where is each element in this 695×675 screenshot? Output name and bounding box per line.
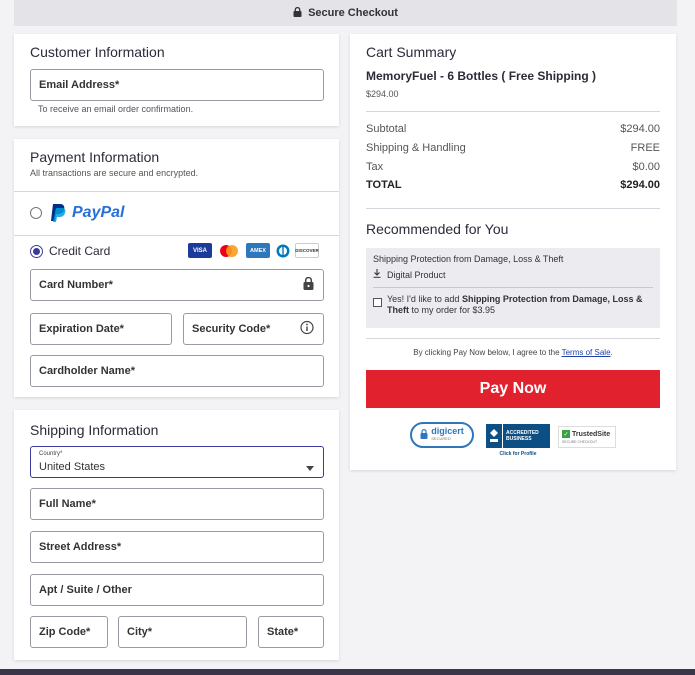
diners-icon (275, 243, 290, 258)
cart-summary-title: Cart Summary (366, 44, 457, 60)
pay-now-button[interactable]: Pay Now (366, 370, 660, 408)
expiration-date-field[interactable]: Expiration Date* (30, 313, 172, 345)
country-select[interactable]: Country* United States (30, 446, 324, 478)
state-field[interactable]: State* (258, 616, 324, 648)
full-name-label: Full Name* (39, 498, 96, 510)
paypal-logo-icon (50, 203, 68, 223)
summary-row-tax: Tax $0.00 (366, 161, 660, 173)
divider (14, 191, 339, 192)
street-address-label: Street Address* (39, 541, 122, 553)
recommended-product-box: Shipping Protection from Damage, Loss & … (366, 248, 660, 328)
checkmark-icon: ✓ (562, 430, 570, 438)
bbb-logo-icon (486, 424, 502, 448)
divider (366, 111, 660, 112)
shipping-protection-checkbox[interactable] (373, 298, 382, 307)
shipping-protection-text: Yes! I'd like to add Shipping Protection… (387, 294, 643, 315)
summary-label: TOTAL (366, 179, 402, 191)
summary-value: $294.00 (620, 179, 660, 191)
payment-subtitle: All transactions are secure and encrypte… (30, 168, 199, 178)
digicert-sub: SECURED (431, 436, 451, 441)
trustedsite-badge[interactable]: ✓ TrustedSite SECURE CHECKOUT (558, 426, 616, 448)
rec-product-title: Shipping Protection from Damage, Loss & … (373, 254, 564, 264)
security-code-field[interactable]: Security Code* (183, 313, 324, 345)
customer-information-card: Customer Information Email Address* To r… (14, 34, 339, 126)
product-price: $294.00 (366, 89, 399, 99)
summary-label: Subtotal (366, 123, 407, 135)
divider (366, 208, 660, 209)
summary-row-shipping: Shipping & Handling FREE (366, 142, 660, 154)
discover-icon: DISCOVER (295, 243, 319, 258)
expiration-date-label: Expiration Date* (39, 323, 124, 335)
shipping-protection-option[interactable]: Yes! I'd like to add Shipping Protection… (373, 294, 653, 316)
payment-information-card: Payment Information All transactions are… (14, 139, 339, 397)
summary-value: $294.00 (620, 123, 660, 135)
shipping-information-card: Shipping Information Country* United Sta… (14, 410, 339, 660)
card-logos: VISA AMEX DISCOVER (188, 243, 319, 258)
cart-summary-card: Cart Summary MemoryFuel - 6 Bottles ( Fr… (350, 34, 676, 470)
customer-information-title: Customer Information (30, 44, 165, 60)
payment-information-title: Payment Information (30, 149, 160, 165)
secure-checkout-label: Secure Checkout (308, 7, 398, 19)
download-icon (373, 269, 381, 280)
zip-code-label: Zip Code* (39, 626, 91, 638)
email-field[interactable]: Email Address* (30, 69, 324, 101)
terms-text: By clicking Pay Now below, I agree to th… (413, 348, 613, 357)
recommended-title: Recommended for You (366, 221, 509, 237)
digicert-label: digicert (431, 426, 464, 436)
email-label: Email Address* (39, 79, 120, 91)
secure-checkout-bar: Secure Checkout (14, 0, 677, 26)
shipping-information-title: Shipping Information (30, 422, 159, 438)
summary-label: Shipping & Handling (366, 142, 466, 154)
mastercard-icon (217, 243, 241, 258)
card-number-label: Card Number* (39, 279, 113, 291)
summary-value: FREE (630, 142, 660, 154)
divider (366, 338, 660, 339)
bbb-line2: BUSINESS (506, 436, 532, 442)
terms-of-sale-link[interactable]: Terms of Sale (562, 348, 611, 357)
trustedsite-sub: SECURE CHECKOUT (562, 440, 598, 444)
country-value: United States (39, 461, 106, 473)
country-label: Country* (39, 451, 63, 457)
chevron-down-icon (306, 459, 314, 477)
summary-label: Tax (366, 161, 384, 173)
credit-card-radio[interactable] (30, 244, 43, 258)
summary-value: $0.00 (632, 161, 660, 173)
visa-icon: VISA (188, 243, 212, 258)
paypal-radio[interactable] (30, 207, 42, 219)
street-address-field[interactable]: Street Address* (30, 531, 324, 563)
rec-product-type-label: Digital Product (387, 269, 446, 280)
bbb-caption: Click for Profile (499, 451, 537, 457)
amex-icon: AMEX (246, 243, 270, 258)
paypal-option[interactable]: PayPal (30, 201, 124, 225)
footer-bar (0, 669, 695, 675)
credit-card-label: Credit Card (49, 244, 111, 258)
divider (373, 287, 653, 288)
divider (14, 235, 339, 236)
lock-icon (293, 6, 302, 20)
apt-suite-field[interactable]: Apt / Suite / Other (30, 574, 324, 606)
lock-icon (303, 276, 314, 293)
zip-code-field[interactable]: Zip Code* (30, 616, 108, 648)
info-icon[interactable] (300, 320, 314, 338)
cardholder-name-field[interactable]: Cardholder Name* (30, 355, 324, 387)
city-field[interactable]: City* (118, 616, 247, 648)
card-number-field[interactable]: Card Number* (30, 269, 324, 301)
digicert-badge[interactable]: digicert SECURED (410, 422, 474, 448)
credit-card-option[interactable]: Credit Card (30, 241, 110, 261)
state-label: State* (267, 626, 299, 638)
apt-suite-label: Apt / Suite / Other (39, 584, 132, 596)
product-name: MemoryFuel - 6 Bottles ( Free Shipping ) (366, 69, 597, 83)
security-code-label: Security Code* (192, 323, 271, 335)
summary-row-subtotal: Subtotal $294.00 (366, 123, 660, 135)
cardholder-name-label: Cardholder Name* (39, 365, 135, 377)
paypal-label: PayPal (72, 204, 125, 221)
full-name-field[interactable]: Full Name* (30, 488, 324, 520)
city-label: City* (127, 626, 153, 638)
email-hint: To receive an email order confirmation. (38, 104, 194, 114)
bbb-badge[interactable]: ACCREDITED BUSINESS Click for Profile (486, 424, 550, 458)
summary-row-total: TOTAL $294.00 (366, 179, 660, 191)
trustedsite-label: TrustedSite (572, 430, 611, 438)
lock-icon (420, 426, 428, 444)
rec-product-type: Digital Product (373, 269, 446, 280)
